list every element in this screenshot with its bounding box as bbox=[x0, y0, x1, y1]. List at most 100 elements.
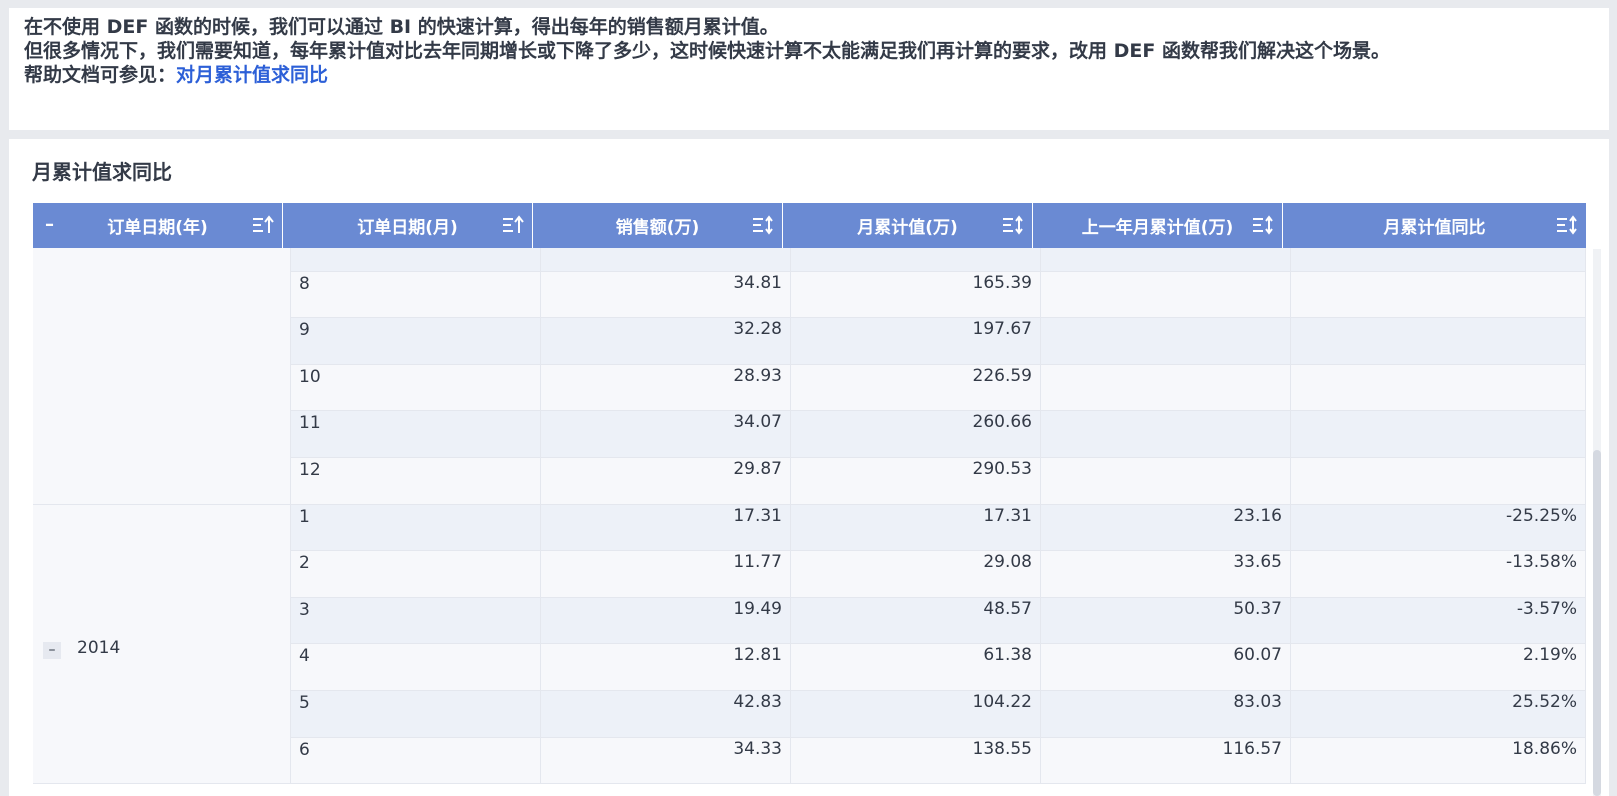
sales-cell: 14.01 bbox=[541, 248, 791, 272]
header-label: 订单日期(年) bbox=[107, 218, 208, 238]
sales-cell: 11.77 bbox=[541, 551, 791, 598]
month-cell: 8 bbox=[291, 271, 541, 319]
sales-cell: 34.81 bbox=[541, 271, 791, 319]
table-row[interactable]: 10 28.93 226.59 bbox=[291, 364, 1586, 412]
cumulative-cell: 29.08 bbox=[791, 551, 1041, 598]
table-row[interactable]: 11 34.07 260.66 bbox=[291, 411, 1586, 458]
header-label: 订单日期(月) bbox=[357, 218, 458, 238]
prev-year-cumulative-cell bbox=[1041, 458, 1291, 505]
help-doc-link[interactable]: 对月累计值求同比 bbox=[176, 64, 328, 86]
prev-year-cumulative-cell bbox=[1041, 411, 1291, 458]
sales-cell: 32.28 bbox=[541, 318, 791, 365]
month-cell: 3 bbox=[291, 597, 541, 645]
sales-cell: 29.87 bbox=[541, 458, 791, 505]
sales-cell: 28.93 bbox=[541, 364, 791, 412]
table-row[interactable]: 8 34.81 165.39 bbox=[291, 271, 1586, 319]
table-row[interactable]: 12 29.87 290.53 bbox=[291, 458, 1586, 505]
vertical-scrollbar-thumb[interactable] bbox=[1593, 450, 1601, 796]
cumulative-cell: 138.55 bbox=[791, 737, 1041, 785]
month-cell: 9 bbox=[291, 318, 541, 365]
table-row[interactable]: 9 32.28 197.67 bbox=[291, 318, 1586, 365]
table-row[interactable]: 1 17.31 17.31 23.16 -25.25% bbox=[291, 504, 1586, 552]
info-line-1: 在不使用 DEF 函数的时候，我们可以通过 BI 的快速计算，得出每年的销售额月… bbox=[24, 16, 779, 38]
prev-year-cumulative-cell bbox=[1041, 271, 1291, 319]
table-row[interactable]: 714.01130.58 bbox=[291, 248, 1586, 272]
cumulative-cell: 61.38 bbox=[791, 644, 1041, 691]
prev-year-cumulative-cell: 23.16 bbox=[1041, 504, 1291, 552]
month-cell: 5 bbox=[291, 691, 541, 738]
sales-cell: 42.83 bbox=[541, 691, 791, 738]
table-row[interactable]: 3 19.49 48.57 50.37 -3.57% bbox=[291, 597, 1586, 645]
cumulative-cell: 197.67 bbox=[791, 318, 1041, 365]
cumulative-cell: 260.66 bbox=[791, 411, 1041, 458]
yoy-cell bbox=[1291, 411, 1586, 458]
month-cell: 12 bbox=[291, 458, 541, 505]
month-cell: 10 bbox=[291, 364, 541, 412]
header-yoy[interactable]: 月累计值同比 bbox=[1283, 203, 1586, 248]
year-group-cell bbox=[33, 248, 291, 505]
sort-both-icon[interactable] bbox=[1556, 215, 1578, 235]
yoy-cell: 25.52% bbox=[1291, 691, 1586, 738]
sort-both-icon[interactable] bbox=[1252, 215, 1274, 235]
table-title: 月累计值求同比 bbox=[32, 160, 172, 184]
sort-asc-icon[interactable] bbox=[502, 215, 524, 235]
sort-asc-icon[interactable] bbox=[252, 215, 274, 235]
info-panel: 在不使用 DEF 函数的时候，我们可以通过 BI 的快速计算，得出每年的销售额月… bbox=[9, 8, 1609, 130]
sort-both-icon[interactable] bbox=[1002, 215, 1024, 235]
cumulative-cell: 104.22 bbox=[791, 691, 1041, 738]
prev-year-cumulative-cell: 116.57 bbox=[1041, 737, 1291, 785]
sales-cell: 17.31 bbox=[541, 504, 791, 552]
sales-cell: 34.33 bbox=[541, 737, 791, 785]
table-row[interactable]: 6 34.33 138.55 116.57 18.86% bbox=[291, 737, 1586, 785]
prev-year-cumulative-cell bbox=[1041, 318, 1291, 365]
month-cell: 6 bbox=[291, 737, 541, 785]
yoy-cell bbox=[1291, 364, 1586, 412]
sort-both-icon[interactable] bbox=[752, 215, 774, 235]
header-order-month[interactable]: 订单日期(月) bbox=[283, 203, 533, 248]
collapse-all-icon[interactable]: – bbox=[45, 215, 65, 235]
yoy-cell: 18.86% bbox=[1291, 737, 1586, 785]
yoy-cell bbox=[1291, 318, 1586, 365]
header-order-year[interactable]: – 订单日期(年) bbox=[33, 203, 283, 248]
cumulative-cell: 48.57 bbox=[791, 597, 1041, 645]
cumulative-cell: 165.39 bbox=[791, 271, 1041, 319]
table-header: – 订单日期(年) 订单日期(月) 销售额(万) 月累计值(万) 上一年月累计值… bbox=[33, 203, 1586, 248]
yoy-cell: -25.25% bbox=[1291, 504, 1586, 552]
year-label: 2014 bbox=[77, 638, 121, 659]
sales-cell: 12.81 bbox=[541, 644, 791, 691]
table-row[interactable]: 4 12.81 61.38 60.07 2.19% bbox=[291, 644, 1586, 691]
yoy-cell: 2.19% bbox=[1291, 644, 1586, 691]
header-prev-year-cumulative[interactable]: 上一年月累计值(万) bbox=[1033, 203, 1283, 248]
collapse-icon[interactable]: – bbox=[43, 642, 61, 660]
header-label: 销售额(万) bbox=[615, 218, 700, 238]
prev-year-cumulative-cell: 83.03 bbox=[1041, 691, 1291, 738]
month-cell: 11 bbox=[291, 411, 541, 458]
sales-cell: 19.49 bbox=[541, 597, 791, 645]
year-group-cell: –2014 bbox=[33, 504, 291, 785]
cumulative-cell: 130.58 bbox=[791, 248, 1041, 272]
cumulative-cell: 226.59 bbox=[791, 364, 1041, 412]
yoy-cell bbox=[1291, 458, 1586, 505]
header-label: 月累计值同比 bbox=[1383, 218, 1486, 238]
yoy-cell bbox=[1291, 271, 1586, 319]
header-monthly-cumulative[interactable]: 月累计值(万) bbox=[783, 203, 1033, 248]
table-panel: 月累计值求同比 – 订单日期(年) 订单日期(月) 销售额(万) 月累计值(万)… bbox=[9, 139, 1609, 796]
month-cell: 7 bbox=[291, 248, 541, 272]
prev-year-cumulative-cell: 60.07 bbox=[1041, 644, 1291, 691]
month-cell: 1 bbox=[291, 504, 541, 552]
cumulative-cell: 17.31 bbox=[791, 504, 1041, 552]
table-row[interactable]: 5 42.83 104.22 83.03 25.52% bbox=[291, 691, 1586, 738]
prev-year-cumulative-cell: 50.37 bbox=[1041, 597, 1291, 645]
prev-year-cumulative-cell: 33.65 bbox=[1041, 551, 1291, 598]
prev-year-cumulative-cell bbox=[1041, 364, 1291, 412]
month-cell: 4 bbox=[291, 644, 541, 691]
table-row[interactable]: 2 11.77 29.08 33.65 -13.58% bbox=[291, 551, 1586, 598]
header-label: 月累计值(万) bbox=[857, 218, 958, 238]
header-sales[interactable]: 销售额(万) bbox=[533, 203, 783, 248]
help-doc-prefix: 帮助文档可参见： bbox=[24, 64, 177, 86]
header-label: 上一年月累计值(万) bbox=[1081, 218, 1234, 238]
cumulative-cell: 290.53 bbox=[791, 458, 1041, 505]
month-cell: 2 bbox=[291, 551, 541, 598]
sales-cell: 34.07 bbox=[541, 411, 791, 458]
yoy-cell: -13.58% bbox=[1291, 551, 1586, 598]
